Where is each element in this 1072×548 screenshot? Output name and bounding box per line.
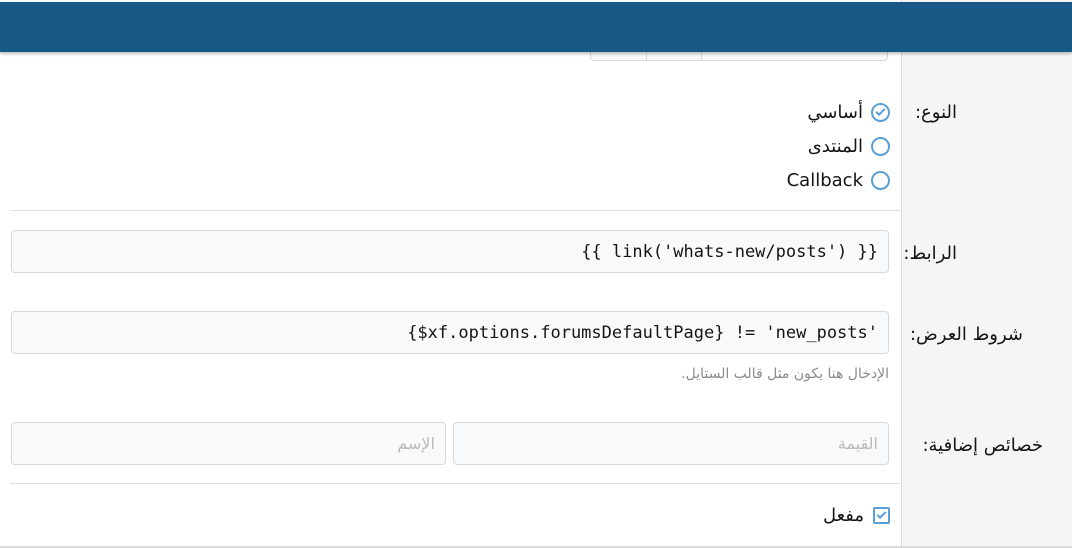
- type-option-basic[interactable]: أساسي: [807, 102, 890, 123]
- page: النوع: أساسي المنتدى Callback الرابط: {{…: [0, 0, 1072, 548]
- type-option-label: Callback: [786, 170, 863, 191]
- extra-attributes-label: خصائص إضافية:: [922, 435, 1043, 456]
- enabled-label: مفعل: [822, 505, 864, 526]
- label-column: [901, 0, 1072, 548]
- type-label: النوع:: [914, 102, 957, 123]
- link-input[interactable]: {{ link('whats-new/posts') }}: [11, 230, 889, 273]
- circle-icon: [871, 171, 890, 190]
- check-circle-icon: [871, 103, 890, 122]
- type-option-callback[interactable]: Callback: [787, 170, 890, 191]
- type-option-forum[interactable]: المنتدى: [808, 136, 890, 157]
- type-option-label: أساسي: [807, 102, 863, 123]
- display-condition-input[interactable]: {$xf.options.forumsDefaultPage} != 'new_…: [11, 311, 889, 354]
- extra-attr-value-input[interactable]: القيمة: [453, 422, 889, 465]
- display-condition-hint: الإدخال هنا يكون مثل قالب الستايل.: [681, 366, 889, 382]
- extra-attr-name-input[interactable]: الإسم: [11, 422, 446, 465]
- type-option-label: المنتدى: [807, 136, 863, 157]
- section-divider: [10, 483, 900, 484]
- display-condition-label: شروط العرض:: [909, 324, 1023, 345]
- checkbox-checked-icon: [873, 507, 890, 524]
- link-label: الرابط:: [903, 243, 957, 264]
- circle-icon: [871, 137, 890, 156]
- section-divider: [10, 210, 900, 211]
- header-bar: [0, 2, 1072, 52]
- enabled-checkbox[interactable]: مفعل: [823, 505, 890, 526]
